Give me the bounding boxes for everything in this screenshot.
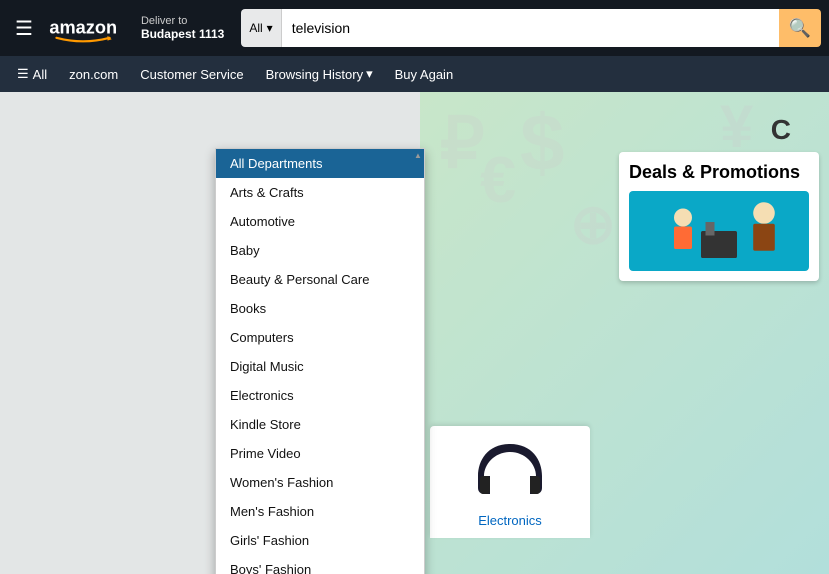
top-navbar: ☰ amazon Deliver to Budapest 1113 All ▾ …: [0, 0, 829, 56]
dropdown-item-all-departments[interactable]: All Departments: [216, 149, 424, 178]
nav-amazon-com-label: zon.com: [69, 67, 118, 82]
dropdown-item-label: Automotive: [230, 214, 295, 229]
hamburger-menu-button[interactable]: ☰: [8, 11, 40, 46]
nav-amazon-com[interactable]: zon.com: [60, 56, 127, 92]
dropdown-item-girls-fashion[interactable]: Girls' Fashion: [216, 526, 424, 555]
nav-customer-service[interactable]: Customer Service: [131, 56, 252, 92]
dropdown-item-automotive[interactable]: Automotive: [216, 207, 424, 236]
search-icon: 🔍: [789, 18, 811, 39]
scroll-up-indicator: ▲: [414, 151, 422, 159]
dropdown-item-computers[interactable]: Computers: [216, 323, 424, 352]
chevron-down-icon: ▾: [267, 21, 273, 35]
dropdown-item-label: Digital Music: [230, 359, 304, 374]
search-bar: All ▾ 🔍: [241, 9, 821, 47]
dropdown-item-prime-video[interactable]: Prime Video: [216, 439, 424, 468]
main-content: ₽ $ € ⊕ ₽ ¥ C in y Deals & Promotions: [0, 92, 829, 574]
location-selector[interactable]: Deliver to Budapest 1113: [132, 14, 233, 42]
dropdown-item-label: Beauty & Personal Care: [230, 272, 369, 287]
svg-text:amazon: amazon: [49, 18, 117, 38]
banner-line1: C: [771, 112, 819, 148]
dropdown-item-womens-fashion[interactable]: Women's Fashion: [216, 468, 424, 497]
nav-buy-again-label: Buy Again: [395, 67, 454, 82]
headphone-image: [470, 436, 550, 506]
dropdown-item-label: Kindle Store: [230, 417, 301, 432]
dropdown-item-electronics[interactable]: Electronics: [216, 381, 424, 410]
dropdown-item-digital-music[interactable]: Digital Music: [216, 352, 424, 381]
dropdown-item-label: Books: [230, 301, 266, 316]
nav-customer-service-label: Customer Service: [140, 67, 243, 82]
dropdown-item-mens-fashion[interactable]: Men's Fashion: [216, 497, 424, 526]
deals-title: Deals & Promotions: [629, 162, 809, 183]
dropdown-item-kindle-store[interactable]: Kindle Store: [216, 410, 424, 439]
browsing-history-chevron-icon: ▾: [366, 66, 373, 82]
dropdown-item-label: Boys' Fashion: [230, 562, 311, 574]
search-category-dropdown-menu: ▲ All Departments Arts & Crafts Automoti…: [215, 148, 425, 574]
dropdown-item-label: Prime Video: [230, 446, 301, 461]
amazon-logo[interactable]: amazon: [48, 13, 118, 43]
hamburger-icon: ☰: [15, 18, 33, 40]
location-city: Budapest 1113: [141, 27, 224, 41]
hamburger-small-icon: ☰: [17, 66, 29, 82]
deals-illustration: [629, 191, 809, 271]
dropdown-item-label: Arts & Crafts: [230, 185, 304, 200]
amazon-logo-svg: amazon: [48, 13, 118, 43]
nav-buy-again[interactable]: Buy Again: [386, 56, 463, 92]
secondary-navbar: ☰ All zon.com Customer Service Browsing …: [0, 56, 829, 92]
nav-all-button[interactable]: ☰ All: [8, 56, 56, 92]
dropdown-item-label: Computers: [230, 330, 294, 345]
search-category-label: All: [249, 21, 262, 35]
dropdown-item-label: Men's Fashion: [230, 504, 314, 519]
deals-promotions-panel: Deals & Promotions: [619, 152, 819, 281]
dropdown-item-label: All Departments: [230, 156, 322, 171]
nav-all-label: All: [33, 67, 47, 82]
search-category-dropdown[interactable]: All ▾: [241, 9, 281, 47]
dropdown-item-label: Women's Fashion: [230, 475, 333, 490]
dropdown-item-arts-crafts[interactable]: Arts & Crafts: [216, 178, 424, 207]
search-button[interactable]: 🔍: [779, 9, 821, 47]
dropdown-item-label: Baby: [230, 243, 260, 258]
nav-browsing-history-label: Browsing History: [266, 67, 364, 82]
dropdown-item-baby[interactable]: Baby: [216, 236, 424, 265]
nav-browsing-history[interactable]: Browsing History ▾: [257, 56, 382, 92]
dropdown-item-label: Electronics: [230, 388, 294, 403]
deliver-to-label: Deliver to: [141, 15, 224, 27]
dropdown-item-beauty[interactable]: Beauty & Personal Care: [216, 265, 424, 294]
deals-image[interactable]: [629, 191, 809, 271]
dropdown-item-label: Girls' Fashion: [230, 533, 309, 548]
search-input[interactable]: [282, 9, 779, 47]
electronics-product-card[interactable]: Electronics: [430, 426, 590, 538]
electronics-label: Electronics: [440, 513, 580, 528]
dropdown-item-boys-fashion[interactable]: Boys' Fashion: [216, 555, 424, 574]
dropdown-item-books[interactable]: Books: [216, 294, 424, 323]
